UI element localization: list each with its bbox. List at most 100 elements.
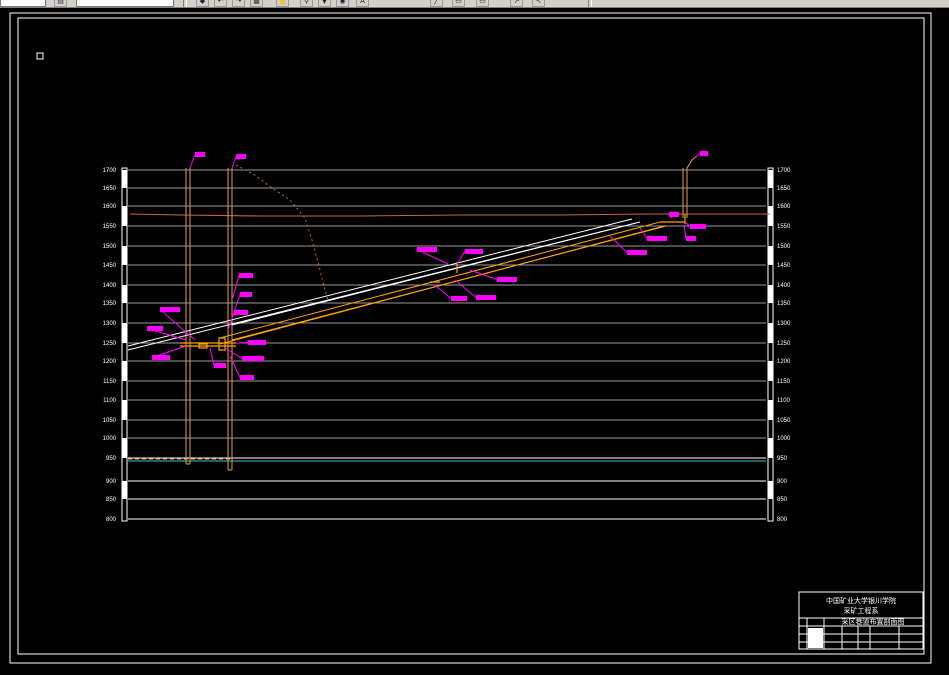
- elevation-label-right: 1550: [777, 224, 791, 230]
- elevation-label-right: 1650: [777, 186, 791, 192]
- right-elevation-labels: 1700 1650 1600 1550 1500 1450 1400 1350 1300 1250…: [777, 168, 791, 523]
- ruler-segment: [122, 206, 127, 226]
- left-elevation-ruler: [121, 167, 128, 522]
- left-elevation-labels: 1700 1650 1600 1550 1500 1450 1400 1350 1300 1250…: [103, 168, 117, 523]
- tag-leader: [454, 279, 477, 298]
- elevation-label-left: 850: [106, 497, 117, 503]
- roadway-tag: [417, 247, 437, 252]
- roadway-tag: [248, 340, 266, 345]
- elevation-label-left: 1550: [103, 224, 117, 230]
- tag-leader: [227, 312, 235, 331]
- ruler-segment: [768, 361, 773, 381]
- dim-icon[interactable]: ▭: [476, 0, 489, 7]
- elevation-label-right: 950: [777, 456, 788, 462]
- elevation-label-left: 1200: [103, 359, 117, 365]
- elevation-label-left: 1050: [103, 418, 117, 424]
- elevation-label-left: 1650: [103, 186, 117, 192]
- cursor-icon[interactable]: ↖: [532, 0, 545, 7]
- undo-icon[interactable]: ↶: [214, 0, 227, 7]
- open-icon[interactable]: ▤: [54, 0, 67, 7]
- properties-icon[interactable]: ◉: [336, 0, 349, 7]
- roadway-tag: [465, 249, 483, 254]
- elevation-label-left: 1500: [103, 244, 117, 250]
- tag-leader: [434, 284, 452, 299]
- elevation-label-right: 850: [777, 497, 788, 503]
- line-icon[interactable]: ╱: [430, 0, 443, 7]
- elevation-label-left: 900: [106, 479, 117, 485]
- tag-leader: [231, 156, 237, 169]
- drawing-frame: [9, 12, 932, 664]
- elevation-label-right: 1250: [777, 341, 791, 347]
- ruler-segment: [768, 170, 773, 188]
- title-block: 中国矿业大学银川学院 采矿工程系 采区巷道布置剖面图: [798, 591, 924, 650]
- boundary-dotted-line: [235, 164, 329, 301]
- toolbar-separator: [183, 0, 187, 7]
- tag-leader: [639, 227, 648, 239]
- ruler-segment: [768, 285, 773, 303]
- roadway-tag: [647, 236, 667, 241]
- roadway-tag: [686, 236, 696, 241]
- layer-icon[interactable]: ▼: [318, 0, 331, 7]
- ruler-segment: [122, 246, 127, 265]
- ruler-segment: [122, 438, 127, 458]
- roadway-tag: [700, 151, 708, 156]
- title-block-department: 采矿工程系: [844, 606, 879, 615]
- roadway-tag: [497, 277, 517, 282]
- elevation-label-right: 1100: [777, 398, 791, 404]
- ventilation-shaft: [682, 155, 698, 218]
- ruler-segment: [768, 400, 773, 420]
- polyline-icon[interactable]: ▭: [452, 0, 465, 7]
- match-icon[interactable]: ▦: [250, 0, 263, 7]
- tag-leader: [209, 347, 215, 366]
- tag-leader: [693, 153, 701, 159]
- redo-icon[interactable]: ↷: [232, 0, 245, 7]
- ruler-segment: [768, 438, 773, 458]
- elevation-label-right: 1000: [777, 436, 791, 442]
- title-block-logo: [808, 628, 823, 648]
- arrow-icon[interactable]: ↗: [510, 0, 523, 7]
- command-field[interactable]: [76, 0, 174, 7]
- tag-leader: [189, 154, 196, 169]
- roadway-tag: [476, 295, 496, 300]
- zoom-icon[interactable]: ⚲: [300, 0, 313, 7]
- elevation-label-left: 1350: [103, 301, 117, 307]
- inclined-roadways-orange: [219, 221, 667, 345]
- ucs-marker: [36, 52, 44, 60]
- elevation-label-left: 1100: [103, 398, 117, 404]
- elevation-label-right: 1050: [777, 418, 791, 424]
- elevation-label-right: 1700: [777, 168, 791, 174]
- drawing-canvas[interactable]: 1700 1650 1600 1550 1500 1450 1400 1350 1300 1250…: [0, 8, 949, 675]
- elevation-label-right: 1400: [777, 283, 791, 289]
- roadway-tag: [242, 356, 264, 361]
- ruler-segment: [122, 400, 127, 420]
- roadway-tag: [214, 363, 226, 368]
- elevation-label-left: 1300: [103, 321, 117, 327]
- pan-icon[interactable]: ✋: [276, 0, 289, 7]
- roadway-tag: [690, 224, 706, 229]
- tag-leader: [235, 342, 249, 344]
- elevation-label-right: 1200: [777, 359, 791, 365]
- save-icon[interactable]: ◆: [196, 0, 209, 7]
- layer-dropdown[interactable]: [0, 0, 46, 7]
- elevation-label-left: 1600: [103, 204, 117, 210]
- title-block-school: 中国矿业大学银川学院: [826, 596, 896, 605]
- elevation-label-left: 1150: [103, 379, 117, 385]
- roadway-tag: [240, 375, 254, 380]
- ruler-segment: [122, 361, 127, 381]
- ruler-segment: [122, 323, 127, 343]
- ruler-segment: [122, 481, 127, 499]
- elevation-label-left: 1700: [103, 168, 117, 174]
- elevation-label-left: 800: [106, 517, 117, 523]
- roadway-tag: [160, 307, 180, 312]
- roadway-tag: [236, 154, 246, 159]
- text-icon[interactable]: A: [356, 0, 369, 7]
- ruler-segment: [122, 170, 127, 188]
- elevation-label-right: 1350: [777, 301, 791, 307]
- haulage-level-roadway: [180, 214, 686, 351]
- tag-leader: [683, 225, 687, 239]
- ruler-segment: [768, 481, 773, 499]
- ruler-segment: [768, 323, 773, 343]
- ruler-segment: [122, 285, 127, 303]
- elevation-label-right: 1500: [777, 244, 791, 250]
- roadway-tag: [627, 250, 647, 255]
